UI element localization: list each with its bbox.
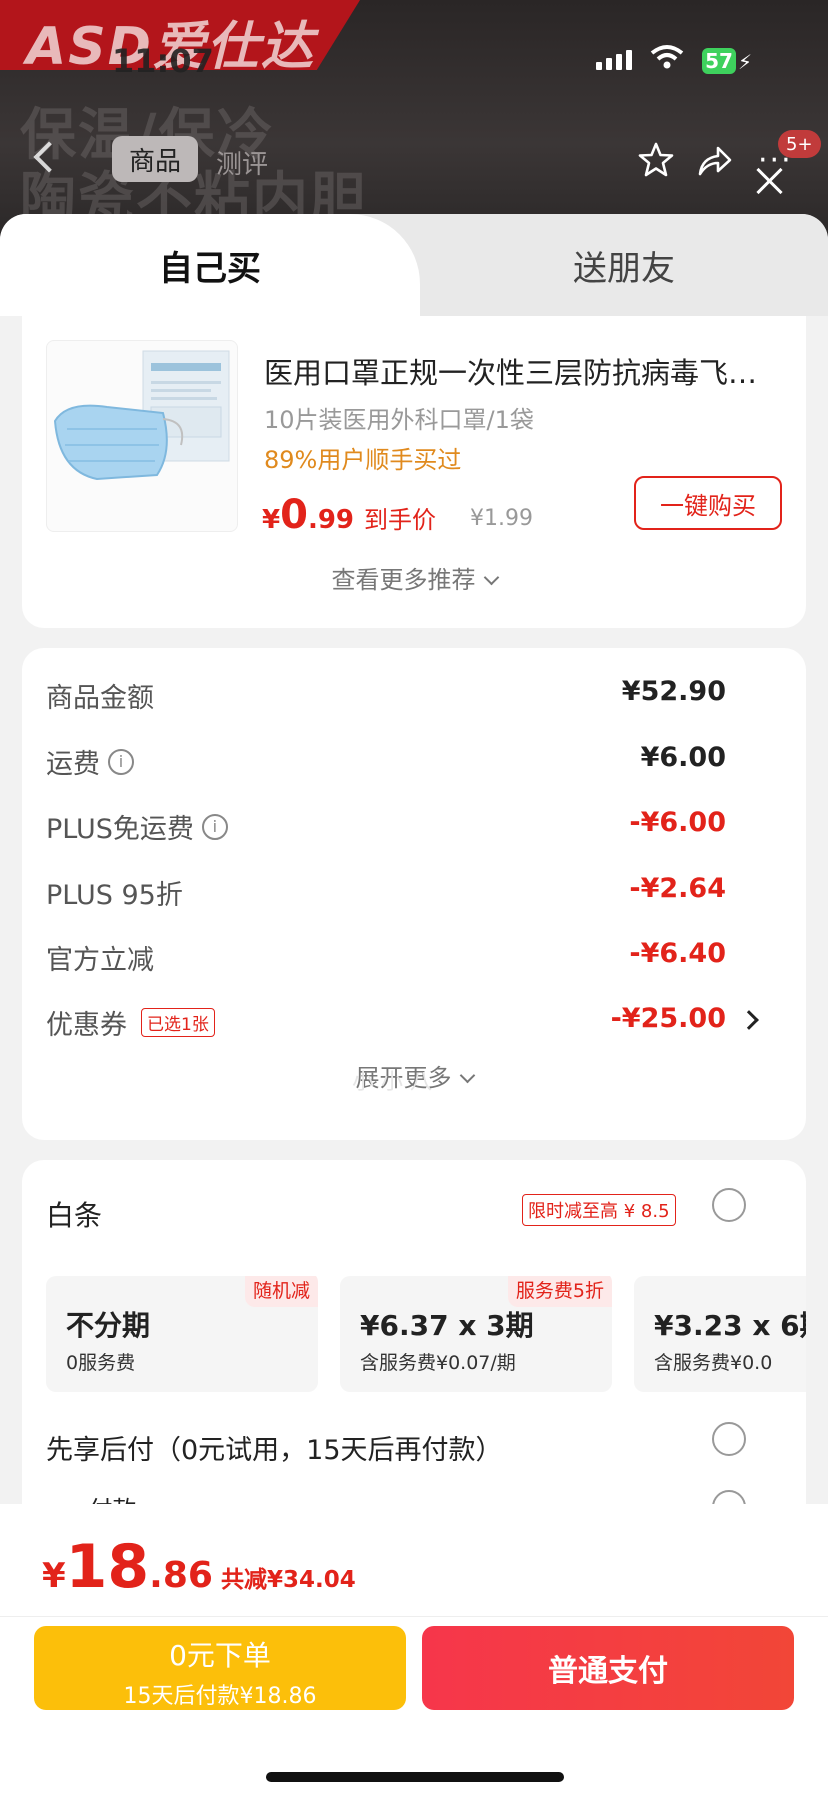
installment-option[interactable]: 随机减 不分期 0服务费 xyxy=(46,1276,318,1392)
summary-row: PLUS 95折 -¥2.64 xyxy=(46,873,786,913)
watermark: 小 小 八 xyxy=(352,1070,432,1095)
total-integer: 18 xyxy=(65,1532,150,1602)
summary-value: -¥25.00 xyxy=(610,1003,726,1034)
zero-order-button[interactable]: 0元下单 15天后付款¥18.86 xyxy=(34,1626,406,1710)
home-indicator xyxy=(266,1772,564,1782)
recommend-card: 医用口罩正规一次性三层防抗病毒飞沫独立包装 10片装医用外科口罩/1袋 89%用… xyxy=(22,316,806,628)
option-corner-tag: 随机减 xyxy=(244,1276,318,1307)
mask-illustration xyxy=(53,350,230,481)
summary-value: -¥2.64 xyxy=(629,873,726,904)
star-icon[interactable] xyxy=(636,140,676,180)
total-decimal: .86 xyxy=(149,1555,213,1596)
tab-buy-self[interactable]: 自己买 xyxy=(0,214,420,316)
baitiao-promo-tag: 限时减至高 ¥ 8.5 xyxy=(522,1194,676,1226)
message-badge: 5+ xyxy=(778,130,821,158)
info-icon[interactable]: i xyxy=(201,813,228,840)
installment-option[interactable]: 服务费5折 ¥6.37 x 3期 含服务费¥0.07/期 xyxy=(340,1276,612,1392)
zero-order-label: 0元下单 xyxy=(169,1639,271,1672)
summary-value: -¥6.40 xyxy=(629,938,726,969)
chevron-right-icon xyxy=(739,1010,759,1030)
battery-icon: 57 xyxy=(702,48,736,74)
more-recommend-label: 查看更多推荐 xyxy=(331,566,476,594)
pay-later-radio[interactable] xyxy=(712,1422,746,1456)
summary-label: 运费 xyxy=(46,749,100,780)
chevron-down-icon xyxy=(459,1067,475,1084)
coupon-row[interactable]: 优惠券 已选1张 -¥25.00 xyxy=(46,1003,786,1043)
price-decimal: .99 xyxy=(307,505,354,535)
divider xyxy=(0,1616,828,1617)
normal-pay-button[interactable]: 普通支付 xyxy=(422,1626,794,1710)
chevron-down-icon xyxy=(483,569,499,586)
tab-send-friend[interactable]: 送朋友 xyxy=(420,214,828,316)
info-icon[interactable]: i xyxy=(108,748,134,775)
summary-row: 商品金额 ¥52.90 xyxy=(46,676,786,716)
share-icon[interactable] xyxy=(694,140,734,180)
installment-option[interactable]: ¥3.23 x 6期 含服务费¥0.0 xyxy=(634,1276,806,1392)
summary-label: 优惠券 xyxy=(46,1010,127,1041)
coupon-tag: 已选1张 xyxy=(141,1008,215,1037)
price-integer: 0 xyxy=(280,492,308,538)
wifi-icon xyxy=(650,45,684,69)
purchase-tabs: 自己买 送朋友 xyxy=(0,214,828,316)
total-currency: ¥ xyxy=(42,1556,66,1596)
close-icon[interactable] xyxy=(754,166,784,196)
baitiao-title: 白条 xyxy=(46,1199,103,1232)
option-sub: 含服务费¥0.07/期 xyxy=(360,1352,516,1374)
summary-label: PLUS免运费 xyxy=(46,814,194,845)
signal-icon xyxy=(596,50,632,70)
total-saved: 共减¥34.04 xyxy=(220,1567,356,1593)
zero-order-sublabel: 15天后付款¥18.86 xyxy=(123,1684,317,1709)
option-main: ¥3.23 x 6期 xyxy=(654,1309,806,1342)
pay-later-option[interactable]: 先享后付（0元试用，15天后再付款） xyxy=(46,1428,503,1467)
total-price: ¥ 18 .86 共减¥34.04 xyxy=(42,1532,356,1602)
summary-label: 官方立减 xyxy=(46,945,154,976)
option-main: ¥6.37 x 3期 xyxy=(360,1309,534,1342)
summary-value: ¥6.00 xyxy=(640,742,726,773)
summary-row: PLUS免运费 i -¥6.00 xyxy=(46,807,786,847)
option-corner-tag: 服务费5折 xyxy=(507,1276,612,1307)
product-hero: ASD爱仕达 保温/保冷 陶瓷不粘内胆 11:07 57 ⚡ 商品 测评 ···… xyxy=(0,0,828,240)
summary-row: 官方立减 -¥6.40 xyxy=(46,938,786,978)
baitiao-radio[interactable] xyxy=(712,1188,746,1222)
price-currency: ¥ xyxy=(262,505,281,535)
charging-icon: ⚡ xyxy=(738,50,753,74)
installment-options: 随机减 不分期 0服务费 服务费5折 ¥6.37 x 3期 含服务费¥0.07/… xyxy=(46,1276,806,1394)
product-title[interactable]: 医用口罩正规一次性三层防抗病毒飞沫独立包装 xyxy=(264,350,784,392)
status-time: 11:07 xyxy=(112,42,214,80)
mask-product-image[interactable] xyxy=(46,340,238,532)
price-label: 到手价 xyxy=(364,506,436,534)
summary-row: 运费 i ¥6.00 xyxy=(46,742,786,782)
original-price: ¥1.99 xyxy=(470,506,533,531)
option-main: 不分期 xyxy=(66,1309,151,1342)
option-sub: 0服务费 xyxy=(66,1352,136,1374)
checkout-bottom-bar: ¥ 18 .86 共减¥34.04 0元下单 15天后付款¥18.86 普通支付 xyxy=(0,1504,828,1796)
more-recommend-link[interactable]: 查看更多推荐 xyxy=(22,560,806,595)
summary-value: ¥52.90 xyxy=(621,676,726,707)
tab-product[interactable]: 商品 xyxy=(112,136,198,182)
bought-rate: 89%用户顺手买过 xyxy=(264,446,462,474)
one-click-buy-button[interactable]: 一键购买 xyxy=(634,476,782,530)
option-sub: 含服务费¥0.0 xyxy=(654,1352,773,1374)
summary-value: -¥6.00 xyxy=(629,807,726,838)
tab-review[interactable]: 测评 xyxy=(216,144,268,181)
summary-label: 商品金额 xyxy=(46,683,154,714)
summary-label: PLUS 95折 xyxy=(46,880,183,911)
product-spec: 10片装医用外科口罩/1袋 xyxy=(264,406,534,434)
product-price: ¥ 0 .99 到手价 xyxy=(262,492,436,538)
